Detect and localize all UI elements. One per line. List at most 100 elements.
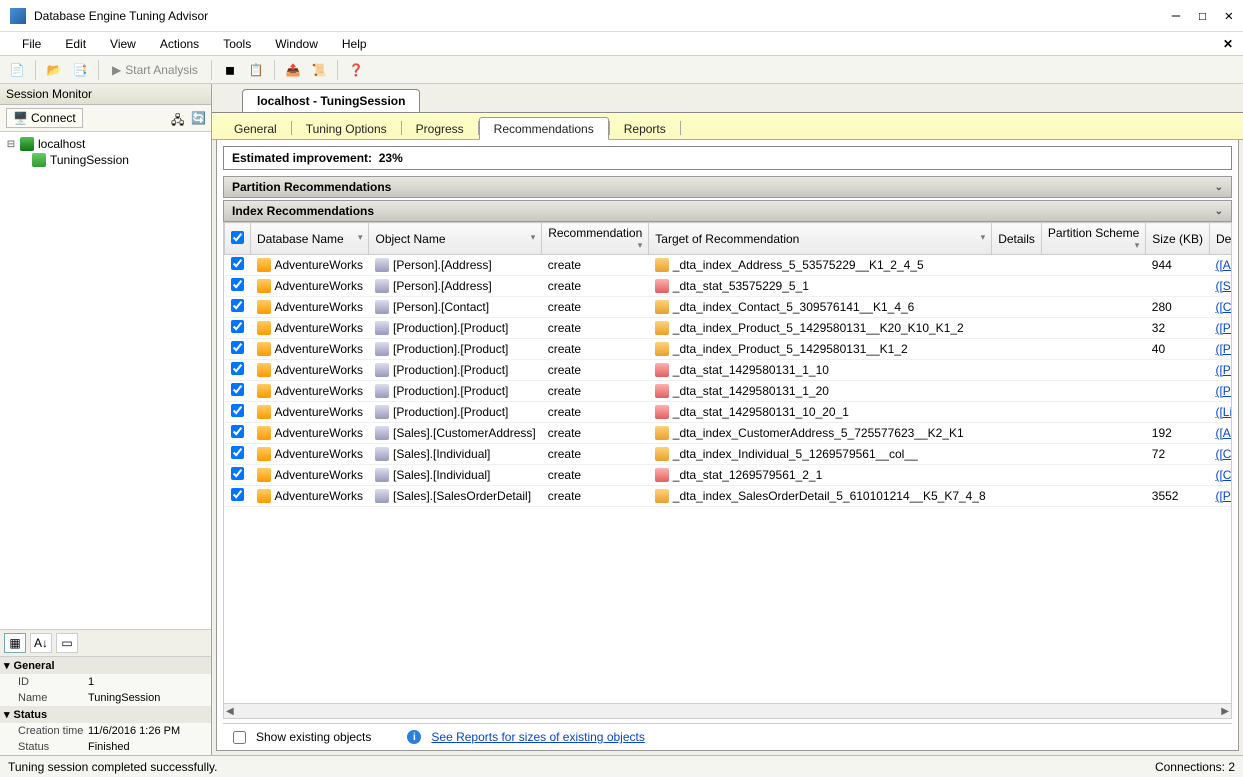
menu-actions[interactable]: Actions: [148, 34, 211, 54]
expander-icon[interactable]: ⊟: [6, 139, 16, 150]
table-row[interactable]: AdventureWorks[Production].[Product]crea…: [225, 402, 1233, 423]
see-reports-link[interactable]: See Reports for sizes of existing object…: [431, 730, 644, 744]
definition-link[interactable]: ([ProductID: [1215, 363, 1232, 377]
disconnect-icon[interactable]: 🖧: [171, 111, 185, 125]
definition-link[interactable]: ([AddressID: [1215, 426, 1232, 440]
row-checkbox[interactable]: [231, 404, 244, 417]
column-header[interactable]: Database Name▾: [251, 223, 369, 255]
new-session-icon[interactable]: 📄: [6, 59, 28, 81]
table-row[interactable]: AdventureWorks[Production].[Product]crea…: [225, 381, 1233, 402]
database-icon: [257, 447, 271, 461]
start-analysis-button[interactable]: ▶ Start Analysis: [106, 63, 204, 77]
table-row[interactable]: AdventureWorks[Sales].[SalesOrderDetail]…: [225, 486, 1233, 507]
show-existing-checkbox[interactable]: [233, 731, 246, 744]
row-checkbox[interactable]: [231, 299, 244, 312]
alphabetical-icon[interactable]: A↓: [30, 633, 52, 653]
export-icon[interactable]: 📤: [282, 59, 304, 81]
row-checkbox[interactable]: [231, 362, 244, 375]
maximize-button[interactable]: ☐: [1198, 8, 1206, 24]
menu-file[interactable]: File: [10, 34, 53, 54]
prop-id-label: ID: [18, 676, 88, 688]
definition-link[interactable]: ([ContactID: [1215, 300, 1232, 314]
database-icon: [257, 279, 271, 293]
column-header[interactable]: Target of Recommendation▾: [649, 223, 992, 255]
horizontal-scrollbar[interactable]: ◀▶: [223, 703, 1232, 719]
tab-tuning-options[interactable]: Tuning Options: [292, 118, 401, 139]
menu-view[interactable]: View: [98, 34, 148, 54]
property-pages-icon[interactable]: ▭: [56, 633, 78, 653]
open-table-icon[interactable]: 📑: [69, 59, 91, 81]
tab-progress[interactable]: Progress: [402, 118, 478, 139]
database-icon: [257, 321, 271, 335]
recommendations-grid[interactable]: Database Name▾Object Name▾Recommendation…: [223, 222, 1232, 703]
column-header[interactable]: Size (KB): [1146, 223, 1210, 255]
connect-button[interactable]: 🖥️ Connect: [6, 108, 83, 128]
tab-recommendations[interactable]: Recommendations: [479, 117, 609, 140]
row-checkbox[interactable]: [231, 488, 244, 501]
menu-bar: File Edit View Actions Tools Window Help…: [0, 32, 1243, 56]
tab-reports[interactable]: Reports: [610, 118, 680, 139]
table-row[interactable]: AdventureWorks[Person].[Contact]create_d…: [225, 297, 1233, 318]
table-row[interactable]: AdventureWorks[Person].[Address]create_d…: [225, 255, 1233, 276]
tree-server-node[interactable]: ⊟ localhost: [6, 136, 205, 152]
definition-link[interactable]: ([ProductID: [1215, 342, 1232, 356]
app-icon: [10, 8, 26, 24]
menu-edit[interactable]: Edit: [53, 34, 98, 54]
script-icon[interactable]: 📜: [308, 59, 330, 81]
index-recommendations-header[interactable]: Index Recommendations ⌄: [223, 200, 1232, 222]
category-general[interactable]: ▾General: [0, 657, 211, 674]
database-icon: [257, 384, 271, 398]
table-row[interactable]: AdventureWorks[Production].[Product]crea…: [225, 339, 1233, 360]
categorized-icon[interactable]: ▦: [4, 633, 26, 653]
column-header[interactable]: Recommendation▾: [542, 223, 649, 255]
refresh-icon[interactable]: 🔄: [191, 111, 205, 125]
column-header[interactable]: [225, 223, 251, 255]
column-header[interactable]: Definition: [1209, 223, 1232, 255]
definition-link[interactable]: ([ProductID: [1215, 489, 1232, 503]
row-checkbox[interactable]: [231, 278, 244, 291]
index-icon: [655, 447, 669, 461]
table-row[interactable]: AdventureWorks[Sales].[Individual]create…: [225, 444, 1233, 465]
row-checkbox[interactable]: [231, 320, 244, 333]
mdi-close-button[interactable]: ✕: [1223, 37, 1233, 51]
category-status[interactable]: ▾Status: [0, 706, 211, 723]
help-icon[interactable]: ❓: [345, 59, 367, 81]
column-header[interactable]: Partition Scheme▾: [1041, 223, 1145, 255]
copy-icon[interactable]: 📋: [245, 59, 267, 81]
table-row[interactable]: AdventureWorks[Sales].[Individual]create…: [225, 465, 1233, 486]
app-title: Database Engine Tuning Advisor: [34, 9, 1172, 23]
minimize-button[interactable]: —: [1172, 8, 1180, 24]
session-tab[interactable]: localhost - TuningSession: [242, 89, 420, 112]
tab-general[interactable]: General: [220, 118, 291, 139]
definition-link[interactable]: ([ProductMo: [1215, 321, 1232, 335]
definition-link[interactable]: ([ProductID: [1215, 384, 1232, 398]
definition-link[interactable]: ([ContactID: [1215, 468, 1232, 482]
partition-recommendations-header[interactable]: Partition Recommendations ⌄: [223, 176, 1232, 198]
table-row[interactable]: AdventureWorks[Sales].[CustomerAddress]c…: [225, 423, 1233, 444]
table-icon: [375, 363, 389, 377]
table-row[interactable]: AdventureWorks[Production].[Product]crea…: [225, 318, 1233, 339]
column-header[interactable]: Details: [992, 223, 1042, 255]
row-checkbox[interactable]: [231, 257, 244, 270]
table-row[interactable]: AdventureWorks[Person].[Address]create_d…: [225, 276, 1233, 297]
tree-session-node[interactable]: TuningSession: [6, 152, 205, 168]
menu-help[interactable]: Help: [330, 34, 379, 54]
definition-link[interactable]: ([ListPrice],: [1215, 405, 1232, 419]
row-checkbox[interactable]: [231, 341, 244, 354]
menu-tools[interactable]: Tools: [211, 34, 263, 54]
row-checkbox[interactable]: [231, 467, 244, 480]
stop-icon[interactable]: ◼: [219, 59, 241, 81]
menu-window[interactable]: Window: [263, 34, 330, 54]
close-button[interactable]: ✕: [1225, 8, 1233, 24]
row-checkbox[interactable]: [231, 425, 244, 438]
index-icon: [655, 426, 669, 440]
row-checkbox[interactable]: [231, 383, 244, 396]
table-row[interactable]: AdventureWorks[Production].[Product]crea…: [225, 360, 1233, 381]
column-header[interactable]: Object Name▾: [369, 223, 542, 255]
definition-link[interactable]: ([Customer: [1215, 447, 1232, 461]
select-all-checkbox[interactable]: [231, 231, 244, 244]
definition-link[interactable]: ([AddressID: [1215, 258, 1232, 272]
definition-link[interactable]: ([StateProvi: [1215, 279, 1232, 293]
row-checkbox[interactable]: [231, 446, 244, 459]
open-file-icon[interactable]: 📂: [43, 59, 65, 81]
